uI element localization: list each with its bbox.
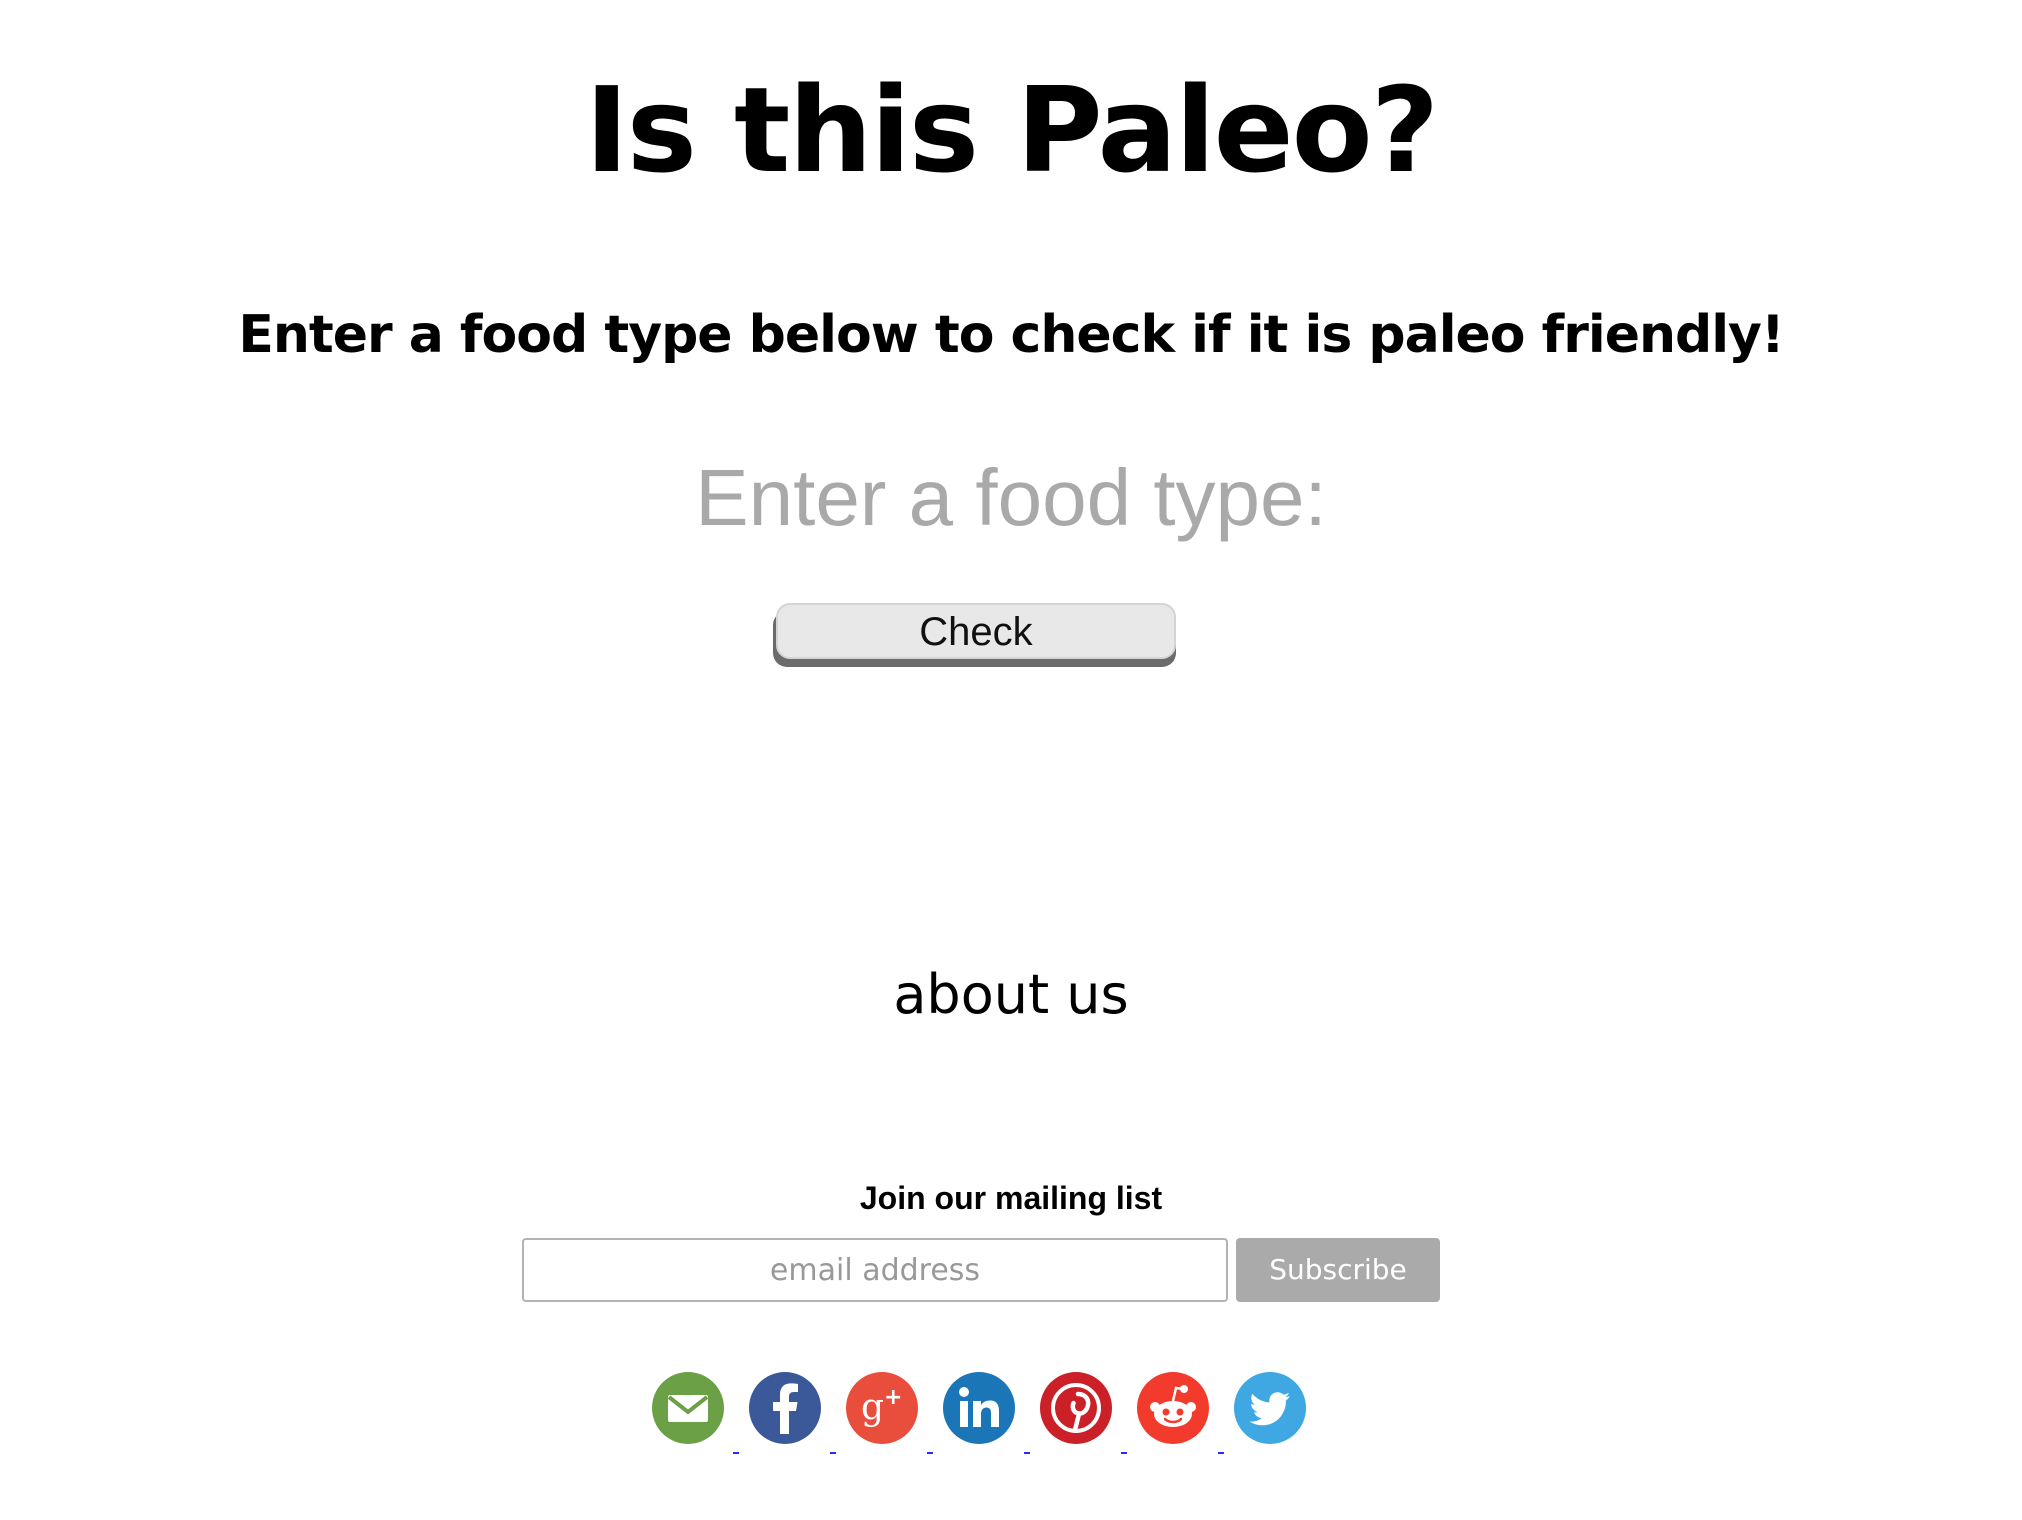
page-subtitle: Enter a food type below to check if it i… — [238, 305, 1784, 365]
reddit-icon[interactable] — [1137, 1372, 1209, 1444]
link-underline — [733, 1452, 739, 1454]
linkedin-icon[interactable] — [943, 1372, 1015, 1444]
link-underline — [1024, 1452, 1030, 1454]
facebook-icon[interactable] — [749, 1372, 821, 1444]
twitter-icon[interactable] — [1234, 1372, 1306, 1444]
email-field[interactable] — [522, 1238, 1228, 1302]
google-plus-icon[interactable]: g + — [846, 1372, 918, 1444]
link-underline — [927, 1452, 933, 1454]
page-title: Is this Paleo? — [584, 61, 1439, 199]
subscribe-button[interactable]: Subscribe — [1236, 1238, 1440, 1302]
pinterest-icon[interactable] — [1040, 1372, 1112, 1444]
email-icon[interactable] — [652, 1372, 724, 1444]
social-share-bar: g + — [0, 1372, 2022, 1452]
svg-text:g: g — [861, 1387, 884, 1428]
link-underline — [1121, 1452, 1127, 1454]
svg-text:+: + — [884, 1385, 902, 1410]
check-button[interactable]: Check — [776, 603, 1176, 659]
about-us-link[interactable]: about us — [0, 960, 2022, 1030]
link-underline — [1218, 1452, 1224, 1454]
mailing-list-heading: Join our mailing list — [859, 1180, 1163, 1216]
link-underline — [830, 1452, 836, 1454]
pinterest-icon-bg — [1040, 1372, 1112, 1444]
food-type-input[interactable] — [511, 448, 1511, 548]
